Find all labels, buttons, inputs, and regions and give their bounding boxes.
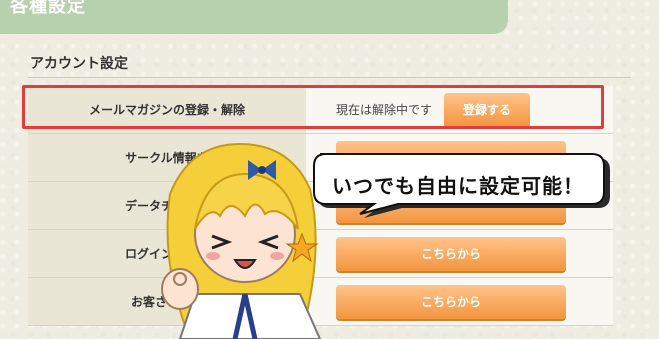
character-illustration [161, 142, 322, 339]
row-value: こちらから [306, 278, 613, 325]
customer-note-button[interactable]: こちらから [336, 284, 566, 319]
page-title: 各種設定 [10, 0, 86, 17]
highlight-frame [22, 85, 604, 129]
header-bar: 各種設定 [0, 0, 508, 34]
bubble-text: いつでも自由に設定可能！ [332, 174, 584, 198]
row-value: こちらから [306, 230, 613, 277]
section-title: アカウント設定 [30, 56, 128, 72]
login-password-button[interactable]: こちらから [336, 236, 566, 271]
section-divider [28, 77, 631, 78]
